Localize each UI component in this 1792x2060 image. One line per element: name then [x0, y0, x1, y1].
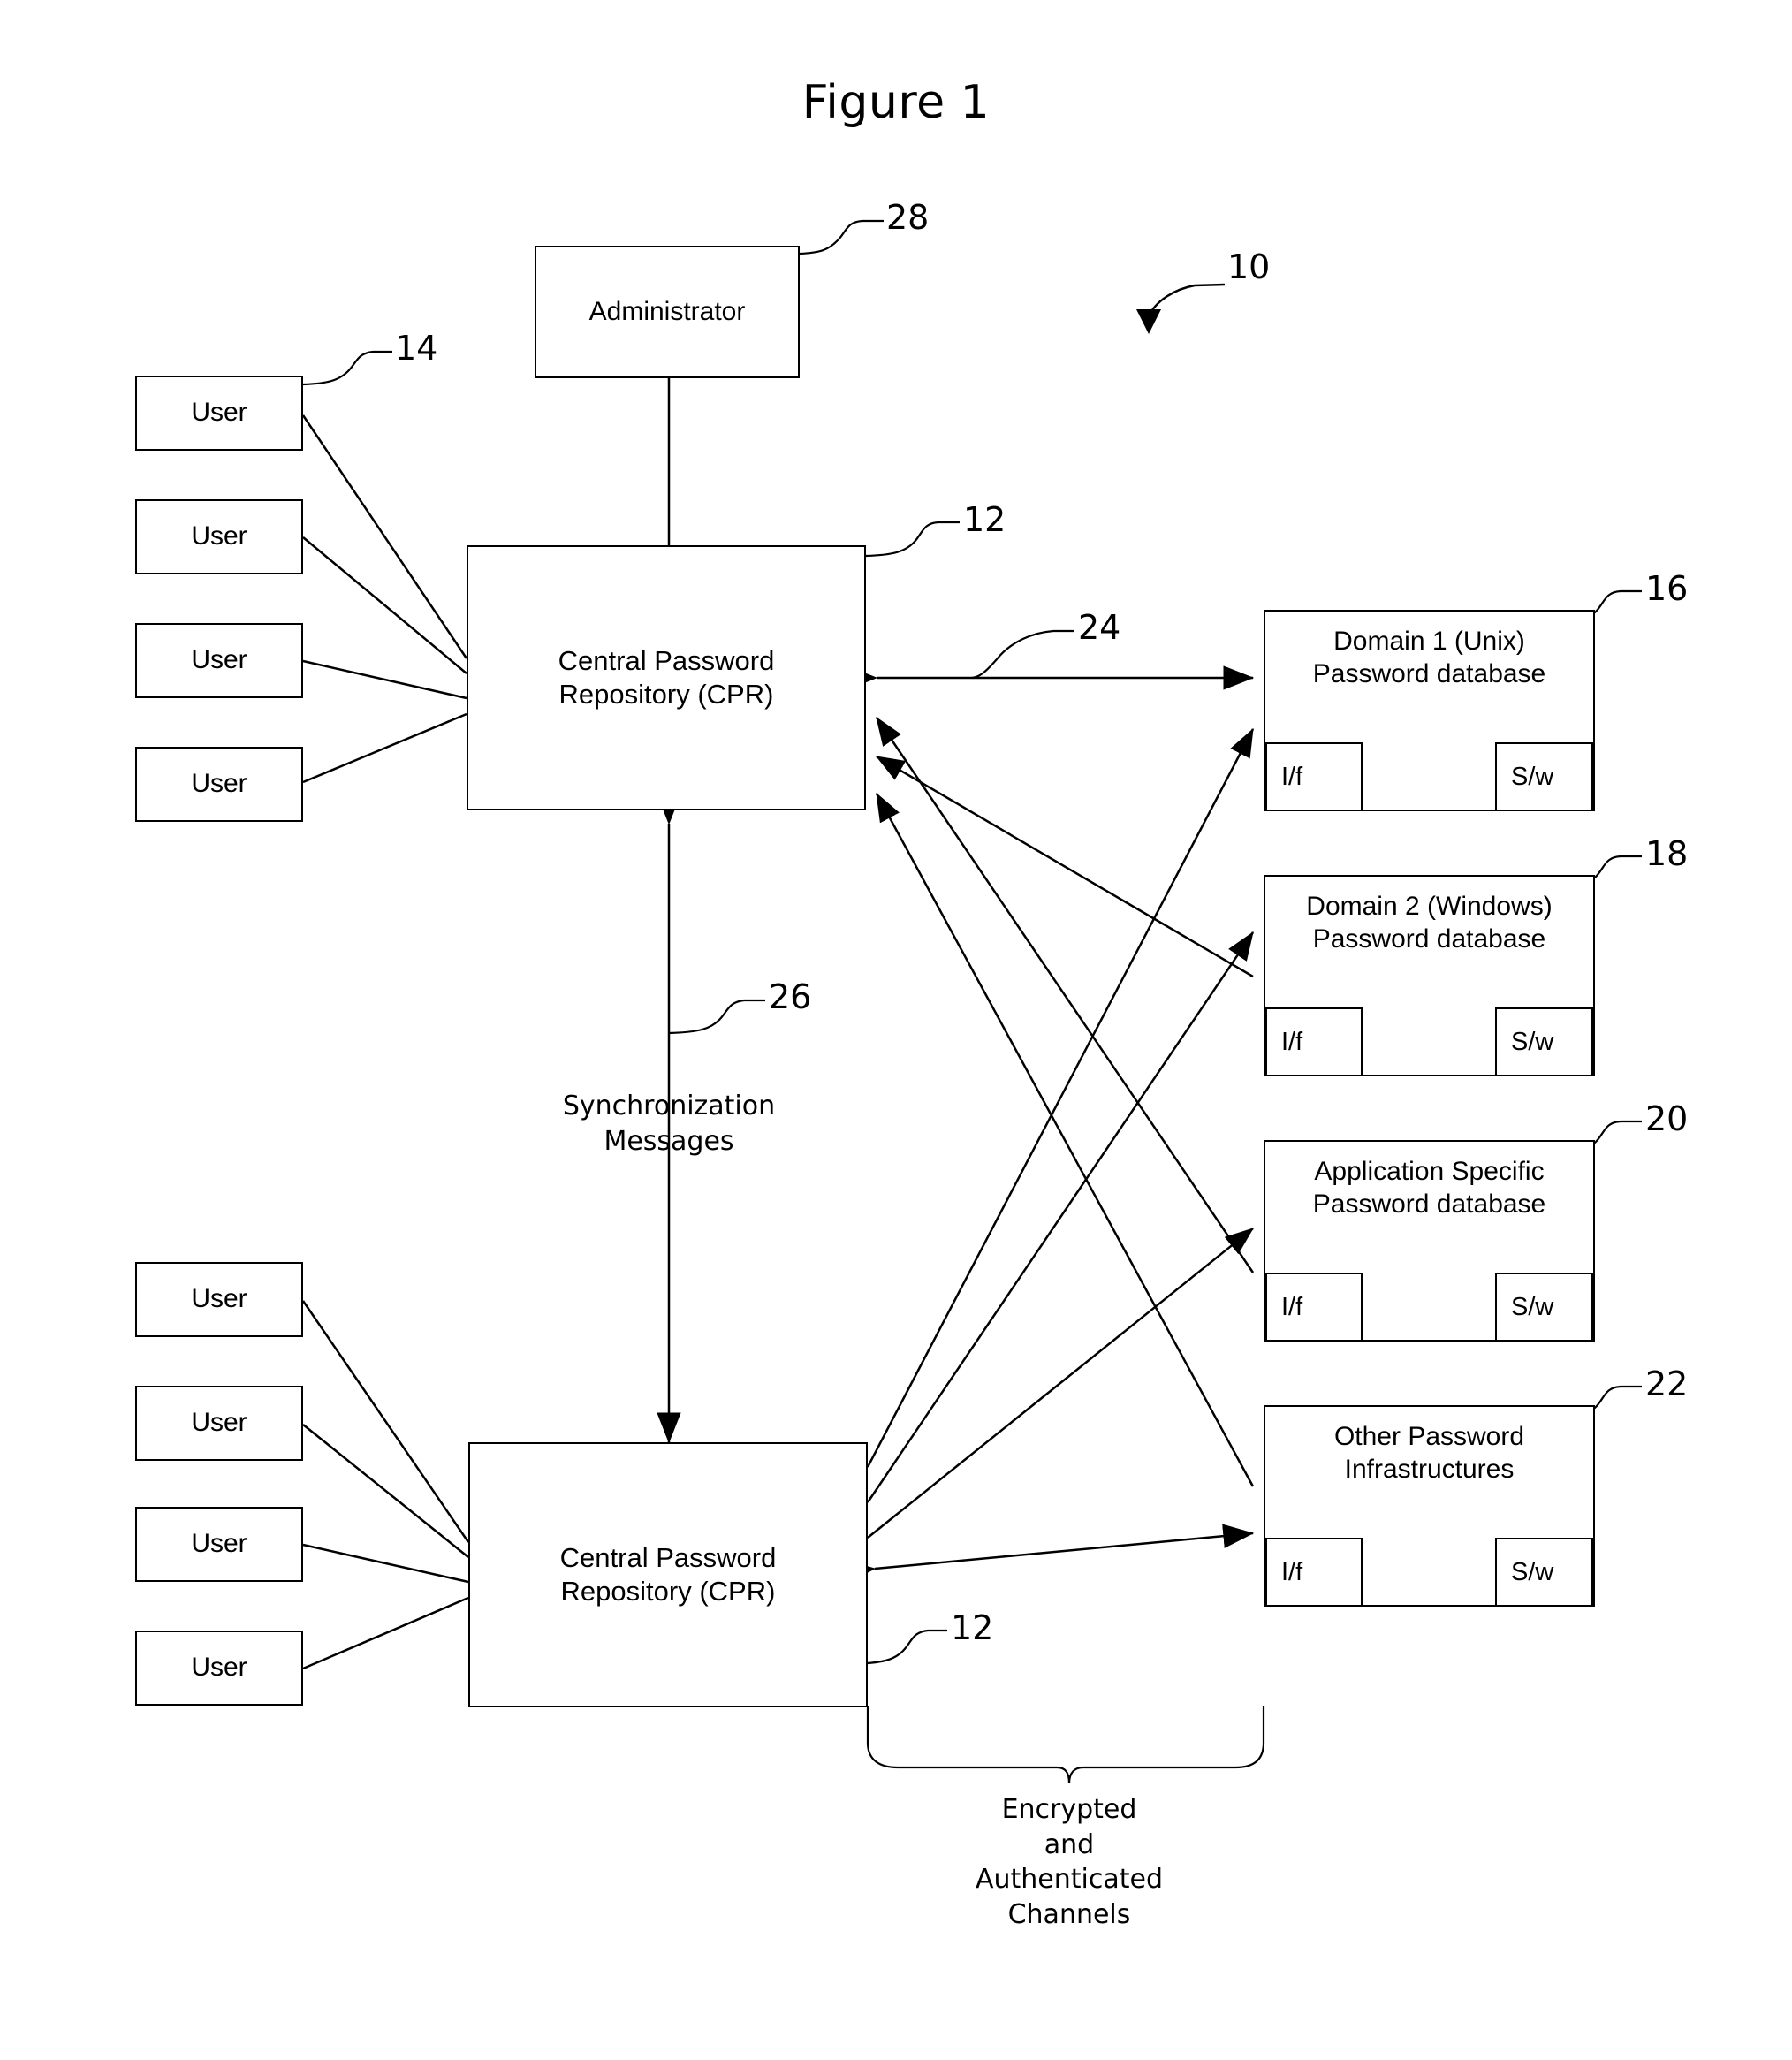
user-node-bottom-3[interactable]: User [135, 1507, 303, 1582]
user-label: User [191, 769, 247, 799]
cpr-node-top[interactable]: Central Password Repository (CPR) [467, 545, 866, 810]
ref-10: 10 [1227, 247, 1271, 286]
user-node-bottom-2[interactable]: User [135, 1386, 303, 1461]
leader-28 [799, 219, 884, 255]
software-cell-application-specific[interactable]: S/w [1495, 1273, 1593, 1342]
user-node-bottom-4[interactable]: User [135, 1631, 303, 1706]
software-label: S/w [1511, 762, 1554, 791]
software-cell-domain2[interactable]: S/w [1495, 1007, 1593, 1076]
database-label: Application Specific Password database [1312, 1157, 1546, 1219]
interface-label: I/f [1281, 762, 1303, 791]
ref-12-top: 12 [963, 500, 1006, 539]
link-other-cpr-top [875, 792, 1255, 1487]
ref-14: 14 [395, 329, 438, 368]
administrator-label: Administrator [588, 296, 746, 326]
interface-label: I/f [1281, 1027, 1303, 1056]
interface-label: I/f [1281, 1557, 1303, 1586]
leader-26 [668, 999, 765, 1035]
database-label: Domain 2 (Windows) Password database [1306, 892, 1553, 954]
user-label: User [191, 521, 247, 551]
cpr-label: Central Password Repository (CPR) [558, 645, 775, 710]
ref-18: 18 [1645, 834, 1689, 873]
interface-cell-application-specific[interactable]: I/f [1265, 1273, 1363, 1342]
ref-26: 26 [769, 977, 812, 1016]
ref-12-bottom: 12 [951, 1608, 994, 1647]
software-label: S/w [1511, 1292, 1554, 1321]
ref-28: 28 [886, 198, 930, 237]
link-user-bottom-3 [302, 1543, 469, 1584]
software-label: S/w [1511, 1027, 1554, 1056]
user-node-top-2[interactable]: User [135, 499, 303, 574]
user-node-top-1[interactable]: User [135, 376, 303, 451]
figure-title: Figure 1 [801, 76, 991, 129]
link-user-top-4 [302, 712, 467, 784]
user-label: User [191, 1284, 247, 1314]
link-appspecific-cpr-top [875, 716, 1255, 1273]
cpr-node-bottom[interactable]: Central Password Repository (CPR) [468, 1442, 868, 1707]
user-label: User [191, 1408, 247, 1438]
interface-cell-domain1[interactable]: I/f [1265, 742, 1363, 811]
software-cell-domain1[interactable]: S/w [1495, 742, 1593, 811]
ref-24: 24 [1078, 608, 1121, 647]
ref-20: 20 [1645, 1099, 1689, 1138]
encrypted-channels-brace [866, 1706, 1265, 1784]
cpr-label: Central Password Repository (CPR) [559, 1542, 777, 1607]
software-cell-other-infrastructures[interactable]: S/w [1495, 1538, 1593, 1607]
ref-22: 22 [1645, 1364, 1689, 1403]
user-label: User [191, 1529, 247, 1559]
interface-cell-domain2[interactable]: I/f [1265, 1007, 1363, 1076]
interface-label: I/f [1281, 1292, 1303, 1321]
link-user-top-3 [302, 659, 467, 700]
database-label: Domain 1 (Unix) Password database [1312, 627, 1546, 688]
link-cpr-bottom-domain1 [866, 727, 1255, 1468]
user-label: User [191, 398, 247, 428]
user-node-top-4[interactable]: User [135, 747, 303, 822]
user-label: User [191, 1653, 247, 1683]
database-label: Other Password Infrastructures [1333, 1422, 1525, 1484]
interface-cell-other-infrastructures[interactable]: I/f [1265, 1538, 1363, 1607]
leader-24 [971, 629, 1074, 680]
link-user-bottom-2 [302, 1424, 469, 1558]
link-domain2-cpr-top [875, 755, 1254, 978]
link-cpr-bottom-other [844, 1524, 1255, 1584]
ref-16: 16 [1645, 569, 1689, 608]
link-user-top-2 [302, 536, 467, 674]
system-pointer-line [1147, 283, 1226, 317]
user-node-top-3[interactable]: User [135, 623, 303, 698]
link-cpr-bottom-appspecific [867, 1228, 1254, 1539]
synchronization-messages-label: Synchronization Messages [562, 1091, 776, 1157]
leader-12-top [865, 521, 960, 558]
user-label: User [191, 645, 247, 675]
software-label: S/w [1511, 1557, 1554, 1586]
system-pointer-arrowhead [1136, 309, 1161, 334]
link-user-bottom-1 [301, 1300, 470, 1543]
administrator-node[interactable]: Administrator [535, 246, 800, 378]
link-user-bottom-4 [302, 1596, 469, 1670]
figure-canvas: Figure 1 Administrator 28 10 User 14 Use… [0, 0, 1792, 2060]
encrypted-channels-label: Encrypted and Authenticated Channels [975, 1794, 1164, 1930]
leader-14 [302, 350, 392, 386]
link-cpr-bottom-domain2 [866, 931, 1255, 1503]
user-node-bottom-1[interactable]: User [135, 1262, 303, 1337]
link-user-top-1 [301, 414, 468, 659]
